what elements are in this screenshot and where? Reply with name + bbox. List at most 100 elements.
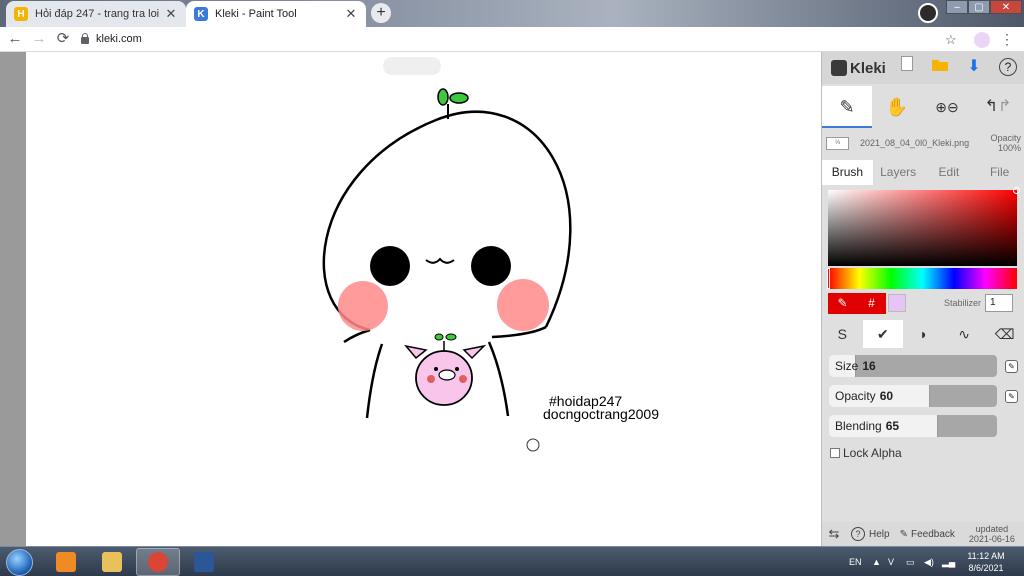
tab-kleki[interactable]: K Kleki - Paint Tool ✕ — [186, 1, 366, 27]
color-picker-handle[interactable] — [1013, 187, 1020, 194]
lock-alpha-toggle[interactable]: Lock Alpha — [830, 446, 902, 460]
minimize-button[interactable]: – — [946, 0, 968, 14]
hand-tool-icon[interactable]: ✋ — [872, 86, 922, 128]
redo-icon[interactable]: ↱ — [998, 98, 1011, 115]
profile-avatar[interactable] — [918, 3, 938, 23]
eyedropper-icon[interactable]: ✎ — [828, 293, 857, 314]
brush-tool-icon[interactable]: ✎ — [822, 86, 872, 128]
undo-icon[interactable]: ↰ — [985, 98, 998, 115]
address-bar[interactable]: kleki.com — [79, 28, 839, 50]
tab-edit[interactable]: Edit — [924, 160, 975, 185]
tab-hoidap247[interactable]: H Hỏi đáp 247 - trang tra loi ✕ — [6, 1, 186, 27]
tab-file[interactable]: File — [974, 160, 1024, 185]
antivirus-tray-icon[interactable]: V — [888, 547, 894, 576]
brush-type-row: S ✔ ◗ ∿ ⌫ — [822, 320, 1024, 348]
opacity-slider-value: 60 — [879, 389, 894, 403]
forward-button[interactable]: → — [27, 27, 51, 51]
color-swatch-row: ✎ # Stabilizer 1 — [828, 292, 1018, 314]
lock-alpha-label: Lock Alpha — [843, 446, 902, 460]
reload-button[interactable]: ⟳ — [51, 27, 75, 51]
body-left-line — [365, 343, 384, 419]
stabilizer-select[interactable]: 1 — [985, 294, 1014, 312]
new-tab-button[interactable]: + — [371, 3, 391, 23]
system-clock[interactable]: 11:12 AM 8/6/2021 — [960, 550, 1012, 574]
pig-snout — [438, 369, 456, 381]
pig-blush-right — [459, 375, 467, 383]
brush-type-blend-icon[interactable]: ✔ — [862, 320, 904, 348]
secondary-color-swatch[interactable] — [888, 294, 906, 312]
maximize-button[interactable]: ▢ — [968, 0, 990, 14]
language-indicator[interactable]: EN — [849, 547, 862, 576]
brush-type-sketchy-icon[interactable]: ◗ — [903, 320, 944, 348]
show-hidden-icons-icon[interactable]: ▲ — [872, 547, 881, 576]
close-window-button[interactable]: ✕ — [990, 0, 1022, 14]
size-slider[interactable]: Size 16 — [829, 355, 997, 377]
taskbar-file-explorer[interactable] — [90, 548, 134, 576]
open-folder-icon[interactable] — [929, 56, 951, 78]
brush-cursor-icon — [526, 438, 540, 452]
brush-type-pen-icon[interactable]: S — [822, 320, 863, 348]
color-picker-area[interactable] — [828, 187, 1020, 266]
tab-close-icon[interactable]: ✕ — [344, 6, 358, 22]
zoom-out-icon[interactable]: ⊖ — [947, 99, 959, 115]
help-icon[interactable]: ? — [997, 56, 1019, 78]
display-tray-icon[interactable]: ▭ — [906, 547, 915, 576]
chrome-icon — [148, 552, 168, 572]
start-button-icon[interactable] — [6, 549, 33, 576]
hex-input-icon[interactable]: # — [857, 293, 886, 314]
volume-icon[interactable]: ◀) — [924, 547, 934, 576]
pig-blush-left — [427, 375, 435, 383]
feedback-link[interactable]: ✎ Feedback — [900, 529, 955, 540]
file-info: ⅓ 2021_08_04_0l0_Kleki.png Opacity 100% — [826, 132, 1021, 154]
opacity-slider[interactable]: Opacity 60 — [829, 385, 997, 407]
brush-type-pixel-icon[interactable]: ∿ — [944, 320, 985, 348]
zoom-in-icon[interactable]: ⊕ — [935, 99, 947, 115]
back-button[interactable]: ← — [3, 27, 27, 51]
bookmark-star-icon[interactable]: ☆ — [945, 27, 963, 52]
eraser-icon[interactable]: ⌫ — [984, 320, 1024, 348]
hue-slider[interactable] — [827, 268, 1017, 289]
taskbar-chrome[interactable] — [136, 548, 180, 576]
tab-close-icon[interactable]: ✕ — [164, 6, 178, 22]
zoom-tools: ⊕⊖ — [922, 86, 972, 128]
canvas-thumbnail[interactable]: ⅓ — [826, 136, 849, 150]
extension-icon[interactable] — [974, 32, 990, 48]
help-link[interactable]: ? Help — [851, 527, 890, 541]
size-pen-pressure-icon[interactable]: ✎ — [1005, 360, 1018, 373]
left-eye — [370, 246, 410, 286]
taskbar-media-player[interactable] — [44, 548, 88, 576]
size-value: 16 — [862, 359, 876, 373]
taskbar-word[interactable] — [182, 548, 226, 576]
page-content: #hoidap247 docngoctrang2009 Kleki ⬇ ? ✎ … — [0, 52, 1024, 546]
blending-slider[interactable]: Blending 65 — [829, 415, 997, 437]
file-explorer-icon — [102, 552, 122, 572]
swap-sides-icon[interactable]: ⇆ — [822, 526, 846, 542]
hue-slider-handle[interactable] — [827, 268, 830, 289]
download-icon[interactable]: ⬇ — [963, 56, 985, 78]
opacity-pen-pressure-icon[interactable]: ✎ — [1005, 390, 1018, 403]
head-bottom-line — [343, 328, 371, 344]
tab-brush[interactable]: Brush — [822, 160, 873, 185]
size-slider-text: Size 16 — [835, 355, 876, 377]
layer-opacity: Opacity 100% — [987, 133, 1021, 153]
canvas-drawing: #hoidap247 docngoctrang2009 — [322, 88, 659, 452]
kleki-footer: ⇆ ? Help ✎ Feedback updated 2021-06-16 — [822, 522, 1024, 546]
primary-color-swatch[interactable]: ✎ # — [828, 292, 886, 314]
network-icon[interactable]: ▂▄ — [942, 547, 955, 576]
tab-layers[interactable]: Layers — [873, 160, 924, 185]
body-right-line — [487, 341, 510, 417]
file-name: 2021_08_04_0l0_Kleki.png — [860, 138, 970, 148]
changelog-link[interactable]: updated 2021-06-16 — [969, 524, 1015, 544]
updated-date: 2021-06-16 — [968, 534, 1015, 544]
clock-time: 11:12 AM — [967, 551, 1005, 561]
browser-tab-strip: H Hỏi đáp 247 - trang tra loi ✕ K Kleki … — [0, 0, 1024, 27]
kleki-sidebar: Kleki ⬇ ? ✎ ✋ ⊕⊖ ↰↱ ⅓ 2021_08_04_0l0_Kle… — [821, 52, 1024, 546]
sprout-leaf-left — [437, 88, 449, 106]
lock-alpha-checkbox[interactable] — [830, 448, 840, 458]
help-circle-icon: ? — [851, 527, 865, 541]
pig-ear-right — [462, 344, 487, 360]
drawing-canvas[interactable]: #hoidap247 docngoctrang2009 — [26, 52, 821, 546]
browser-menu-icon[interactable]: ⋮ — [1000, 27, 1014, 52]
new-image-icon[interactable] — [896, 56, 918, 78]
screen: H Hỏi đáp 247 - trang tra loi ✕ K Kleki … — [0, 0, 1024, 576]
